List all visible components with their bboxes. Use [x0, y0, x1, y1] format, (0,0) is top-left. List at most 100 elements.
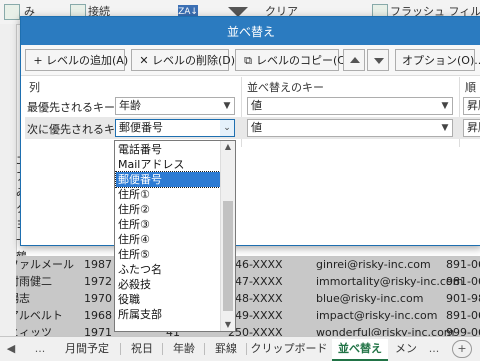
primary-sortkey-value: 値 [251, 99, 262, 112]
table-row[interactable]: ファルメール 1987 246-XXXX ginrei@risky-inc.co… [16, 256, 480, 273]
primary-sortkey-select[interactable]: 値 ▼ [247, 97, 453, 115]
cell-name: ファルメール [16, 258, 74, 271]
secondary-order-value: 昇順 [467, 121, 480, 134]
cell-code: 999-06 [446, 326, 480, 336]
column-header-col: 列 [29, 81, 40, 94]
tab-more-left[interactable]: ... [30, 339, 50, 359]
dropdown-option[interactable]: 住所① [116, 187, 222, 202]
cell-email: ginrei@risky-inc.com [316, 258, 431, 271]
tab-sort[interactable]: 並べ替え [332, 339, 388, 361]
cell-code: 891-06 [446, 309, 480, 322]
cell-email: blue@risky-inc.com [316, 292, 424, 305]
tab-scroll-left-icon[interactable]: ◀ [4, 339, 18, 359]
move-up-button[interactable] [343, 49, 365, 71]
column-header-sort-key: 並べ替えのキー [247, 81, 324, 94]
tab-more-right[interactable]: ... [424, 339, 444, 359]
scroll-down-icon[interactable]: ▼ [221, 319, 235, 331]
move-down-button[interactable] [367, 49, 389, 71]
dropdown-option[interactable]: 電話番号 [116, 142, 222, 157]
tab-monthly-schedule[interactable]: 月間予定 [56, 339, 118, 359]
dialog-title-bar[interactable]: 並べ替え [21, 17, 480, 45]
table-row[interactable]: アルベルト 1968 249-XXXX impact@risky-inc.com… [16, 307, 480, 324]
move-up-icon [350, 57, 360, 63]
dropdown-option[interactable]: 住所③ [116, 217, 222, 232]
cell-zip: 250-XXXX [228, 326, 283, 336]
cell-code: 901-98 [446, 292, 480, 305]
cell-zip: 249-XXXX [228, 309, 283, 322]
row-header [0, 24, 17, 336]
table-row[interactable]: ヒィッツ 1971 41 250-XXXX wonderful@risky-in… [16, 324, 480, 336]
cell-zip: 247-XXXX [228, 275, 283, 288]
move-down-icon [374, 58, 384, 64]
add-level-icon: + [33, 54, 43, 67]
column-dropdown-list[interactable]: 電話番号 Mailアドレス 郵便番号 住所① 住所② 住所③ 住所④ 住所⑤ ふ… [114, 140, 236, 332]
cell-year: 1972 [84, 275, 112, 288]
primary-order-value: 昇順 [467, 99, 480, 112]
tab-member-partial[interactable]: メン [390, 339, 422, 359]
cell-email: immortality@risky-inc.com [316, 275, 464, 288]
tab-separator [162, 343, 163, 355]
cell-name: 村雨健二 [16, 275, 52, 288]
cell-email: wonderful@risky-inc.com [316, 326, 455, 336]
copy-level-label: レベルのコピー(C) [256, 54, 350, 67]
cell-name: 楊志 [16, 292, 30, 305]
tab-clipboard[interactable]: クリップボード [250, 339, 328, 359]
cell-zip: 248-XXXX [228, 292, 283, 305]
dropdown-option[interactable]: 住所④ [116, 232, 222, 247]
cell-code: 891-06 [446, 258, 480, 271]
sheet-tab-bar: ◀ ... 月間予定 祝日 年齢 罫線 クリップボード 並べ替え メン ... … [0, 336, 480, 361]
primary-order-select[interactable]: 昇順 [463, 97, 480, 115]
secondary-column-value: 郵便番号 [119, 121, 163, 134]
tab-borders[interactable]: 罫線 [208, 339, 244, 359]
options-button[interactable]: オプション(O)... [395, 49, 480, 71]
dialog-title: 並べ替え [226, 25, 275, 39]
dropdown-scrollbar[interactable]: ▲ ▼ [220, 141, 235, 331]
delete-level-button[interactable]: ✕ レベルの削除(D) [131, 49, 235, 71]
chevron-down-icon[interactable]: ⌄ [220, 120, 234, 136]
dropdown-option[interactable]: 住所② [116, 202, 222, 217]
cell-year: 1987 [84, 258, 112, 271]
tab-separator [246, 343, 247, 355]
primary-column-value: 年齢 [119, 99, 141, 112]
scroll-up-icon[interactable]: ▲ [221, 141, 235, 153]
tab-holidays[interactable]: 祝日 [124, 339, 160, 359]
delete-level-label: レベルの削除(D) [152, 54, 236, 67]
cell-name: ヒィッツ [16, 326, 52, 336]
dropdown-option[interactable]: 役職 [116, 292, 222, 307]
add-sheet-icon[interactable]: + [452, 340, 472, 358]
ribbon-icon-left[interactable] [4, 4, 20, 20]
dropdown-option[interactable]: ふたつ名 [116, 262, 222, 277]
scrollbar-thumb[interactable] [223, 201, 233, 311]
chevron-down-icon[interactable]: ▼ [220, 98, 234, 114]
table-row[interactable]: 村雨健二 1972 247-XXXX immortality@risky-inc… [16, 273, 480, 290]
cell-zip: 246-XXXX [228, 258, 283, 271]
secondary-column-select[interactable]: 郵便番号 ⌄ [115, 119, 235, 137]
chevron-down-icon[interactable]: ▼ [438, 98, 452, 114]
secondary-sortkey-select[interactable]: 値 ▼ [247, 119, 453, 137]
add-level-button[interactable]: + レベルの追加(A) [25, 49, 129, 71]
copy-level-button[interactable]: ⧉ レベルのコピー(C) [235, 49, 349, 71]
tab-age[interactable]: 年齢 [166, 339, 202, 359]
secondary-order-select[interactable]: 昇順 [463, 119, 480, 137]
tab-separator [120, 343, 121, 355]
sort-dialog: 並べ替え + レベルの追加(A) ✕ レベルの削除(D) ⧉ レベルのコピー(C) オ… [20, 16, 480, 246]
table-row[interactable]: 楊志 1970 248-XXXX blue@risky-inc.com 901-… [16, 290, 480, 307]
primary-column-select[interactable]: 年齢 ▼ [115, 97, 235, 115]
cell-code: 981-06 [446, 275, 480, 288]
dialog-toolbar: + レベルの追加(A) ✕ レベルの削除(D) ⧉ レベルのコピー(C) オプション(… [21, 45, 480, 76]
copy-level-icon: ⧉ [244, 54, 252, 67]
cell-email: impact@risky-inc.com [316, 309, 438, 322]
chevron-down-icon[interactable]: ▼ [438, 120, 452, 136]
primary-key-label: 最優先されるキー [27, 101, 115, 114]
tab-separator [204, 343, 205, 355]
dropdown-option[interactable]: 必殺技 [116, 277, 222, 292]
dropdown-option[interactable]: 所属支部 [116, 307, 222, 322]
dropdown-option-selected[interactable]: 郵便番号 [115, 171, 223, 188]
cell-year: 1968 [84, 309, 112, 322]
dropdown-option[interactable]: 住所⑤ [116, 247, 222, 262]
secondary-key-label: 次に優先されるキー [27, 123, 126, 136]
add-level-label: レベルの追加(A) [46, 54, 129, 67]
dropdown-option[interactable]: Mailアドレス [116, 157, 222, 172]
secondary-sortkey-value: 値 [251, 121, 262, 134]
cell-name: アルベルト [16, 309, 63, 322]
